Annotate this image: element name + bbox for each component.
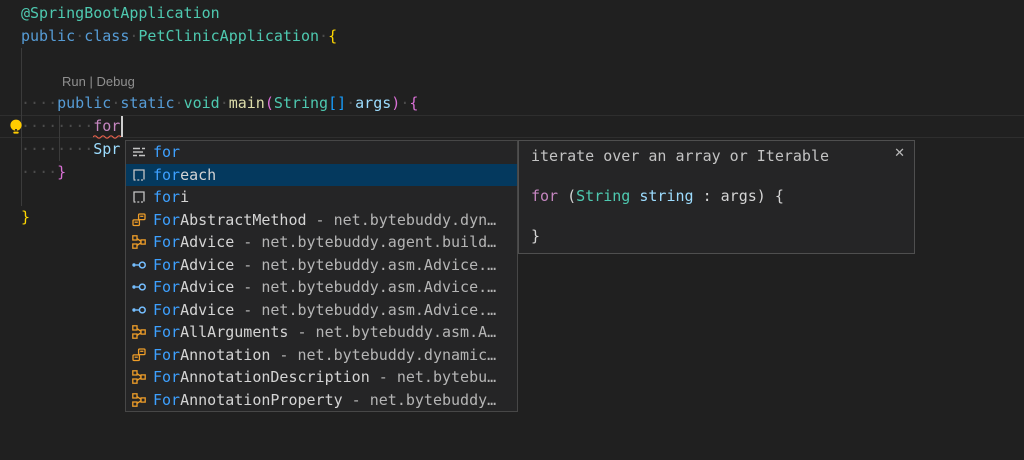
docs-code-line-1: for (String string : args) { xyxy=(531,187,784,205)
suggest-item-forannotationdescription[interactable]: ForAnnotationDescription - net.bytebu… xyxy=(126,366,517,389)
class-icon xyxy=(131,212,147,228)
suggest-item-forallarguments[interactable]: ForAllArguments - net.bytebuddy.asm.A… xyxy=(126,321,517,344)
suggest-item-for[interactable]: for xyxy=(126,141,517,164)
snippet-icon xyxy=(131,167,147,183)
struct-icon xyxy=(131,324,147,340)
text-cursor xyxy=(121,116,123,137)
docs-code-line-2: } xyxy=(531,227,540,245)
suggest-item-foradvice-agent[interactable]: ForAdvice - net.bytebuddy.agent.build… xyxy=(126,231,517,254)
code-line-class-close[interactable]: } xyxy=(21,206,30,229)
error-squiggle xyxy=(93,134,121,140)
code-line-partial-spr[interactable]: ········Spr xyxy=(21,138,120,161)
editor: @SpringBootApplication public·class·PetC… xyxy=(0,0,1024,460)
code-line-class-declaration[interactable]: public·class·PetClinicApplication·{ xyxy=(21,25,337,48)
suggest-item-fori[interactable]: fori xyxy=(126,186,517,209)
codelens-run-debug: Run | Debug xyxy=(62,72,135,91)
close-icon[interactable]: ✕ xyxy=(894,146,905,161)
suggest-item-foradvice-asm-2[interactable]: ForAdvice - net.bytebuddy.asm.Advice.… xyxy=(126,276,517,299)
codelens-separator: | xyxy=(89,74,92,89)
struct-icon xyxy=(131,234,147,250)
suggest-item-foradvice-asm-1[interactable]: ForAdvice - net.bytebuddy.asm.Advice.… xyxy=(126,254,517,277)
suggest-widget: for foreach fori ForAbstractMethod - net… xyxy=(125,140,518,412)
codelens-run-link[interactable]: Run xyxy=(62,74,86,89)
class-icon xyxy=(131,347,147,363)
suggest-item-foradvice-asm-3[interactable]: ForAdvice - net.bytebuddy.asm.Advice.… xyxy=(126,299,517,322)
docs-summary-text: iterate over an array or Iterable xyxy=(531,147,829,165)
keyword-icon xyxy=(131,144,147,160)
suggest-docs-panel: iterate over an array or Iterable ✕ for … xyxy=(518,140,915,254)
codelens-debug-link[interactable]: Debug xyxy=(97,74,135,89)
struct-icon xyxy=(131,392,147,408)
suggest-item-forannotation[interactable]: ForAnnotation - net.bytebuddy.dynamic… xyxy=(126,344,517,367)
current-line-highlight xyxy=(0,115,1024,138)
interface-icon xyxy=(131,279,147,295)
snippet-icon xyxy=(131,189,147,205)
interface-icon xyxy=(131,302,147,318)
code-line-method-close[interactable]: ····} xyxy=(21,161,66,184)
lightbulb-icon[interactable] xyxy=(7,118,25,136)
suggest-item-foreach[interactable]: foreach xyxy=(126,164,517,187)
suggest-item-forannotationproperty[interactable]: ForAnnotationProperty - net.bytebuddy… xyxy=(126,389,517,412)
struct-icon xyxy=(131,369,147,385)
code-line-annotation[interactable]: @SpringBootApplication xyxy=(21,2,220,25)
code-line-main-declaration[interactable]: ····public·static·void·main(String[]·arg… xyxy=(21,92,418,115)
suggest-item-forabstractmethod[interactable]: ForAbstractMethod - net.bytebuddy.dyn… xyxy=(126,209,517,232)
interface-icon xyxy=(131,257,147,273)
